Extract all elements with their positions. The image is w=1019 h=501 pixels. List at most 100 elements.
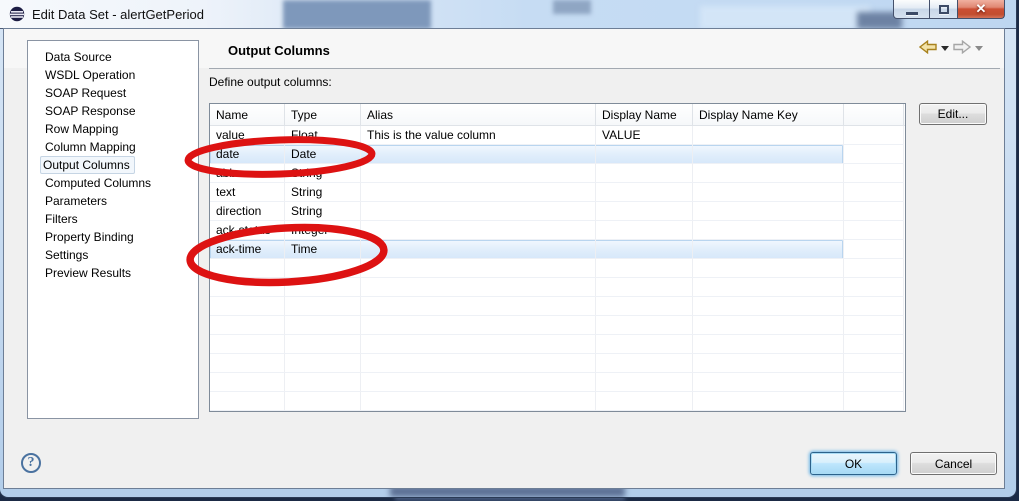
table-row-empty[interactable] <box>210 316 905 335</box>
table-cell[interactable] <box>596 335 693 354</box>
table-cell[interactable]: ack-status <box>210 221 285 240</box>
table-cell[interactable] <box>285 297 361 316</box>
table-row-ack-status[interactable]: ack-statusInteger <box>210 221 905 240</box>
column-header-type[interactable]: Type <box>285 104 361 125</box>
table-cell[interactable]: direction <box>210 202 285 221</box>
table-cell[interactable] <box>210 354 285 373</box>
table-cell[interactable] <box>844 183 904 202</box>
edit-button[interactable]: Edit... <box>919 103 987 125</box>
table-cell[interactable] <box>361 221 596 240</box>
table-cell[interactable] <box>210 259 285 278</box>
sidebar-item-column-mapping[interactable]: Column Mapping <box>28 138 198 156</box>
close-button[interactable]: ✕ <box>957 0 1005 19</box>
table-cell[interactable] <box>693 259 844 278</box>
sidebar-item-wsdl-operation[interactable]: WSDL Operation <box>28 66 198 84</box>
table-cell[interactable]: text <box>210 183 285 202</box>
table-cell[interactable]: String <box>285 183 361 202</box>
forward-arrow-icon[interactable] <box>953 40 971 54</box>
table-cell[interactable] <box>596 240 693 259</box>
table-cell[interactable] <box>693 297 844 316</box>
table-cell[interactable] <box>596 145 693 164</box>
column-header-display-name-key[interactable]: Display Name Key <box>693 104 844 125</box>
table-cell[interactable]: Float <box>285 126 361 145</box>
table-cell[interactable] <box>361 202 596 221</box>
table-cell[interactable] <box>693 373 844 392</box>
table-row-empty[interactable] <box>210 335 905 354</box>
sidebar-item-data-source[interactable]: Data Source <box>28 48 198 66</box>
column-header-alias[interactable]: Alias <box>361 104 596 125</box>
table-cell[interactable] <box>844 316 904 335</box>
table-cell[interactable] <box>596 202 693 221</box>
table-cell[interactable] <box>361 354 596 373</box>
table-cell[interactable] <box>844 126 904 145</box>
table-cell[interactable] <box>210 278 285 297</box>
table-cell[interactable] <box>596 354 693 373</box>
sidebar-item-property-binding[interactable]: Property Binding <box>28 228 198 246</box>
table-cell[interactable] <box>285 373 361 392</box>
back-arrow-icon[interactable] <box>919 40 937 54</box>
table-cell[interactable] <box>361 145 596 164</box>
ok-button[interactable]: OK <box>810 452 897 475</box>
table-cell[interactable]: Time <box>285 240 361 259</box>
help-icon[interactable]: ? <box>21 453 41 473</box>
table-cell[interactable] <box>285 259 361 278</box>
table-cell[interactable] <box>844 278 904 297</box>
table-cell[interactable] <box>361 164 596 183</box>
table-cell[interactable] <box>361 183 596 202</box>
table-cell[interactable] <box>596 164 693 183</box>
table-cell[interactable] <box>693 202 844 221</box>
sidebar-item-settings[interactable]: Settings <box>28 246 198 264</box>
table-cell[interactable] <box>285 278 361 297</box>
table-cell[interactable]: ack-time <box>210 240 285 259</box>
table-cell[interactable]: This is the value column <box>361 126 596 145</box>
sidebar-item-soap-response[interactable]: SOAP Response <box>28 102 198 120</box>
table-cell[interactable] <box>596 183 693 202</box>
table-cell[interactable] <box>210 392 285 411</box>
table-row-empty[interactable] <box>210 354 905 373</box>
table-cell[interactable] <box>596 392 693 411</box>
table-cell[interactable] <box>361 335 596 354</box>
table-row-direction[interactable]: directionString <box>210 202 905 221</box>
sidebar-item-row-mapping[interactable]: Row Mapping <box>28 120 198 138</box>
sidebar-item-output-columns[interactable]: Output Columns <box>28 156 198 174</box>
sidebar-item-soap-request[interactable]: SOAP Request <box>28 84 198 102</box>
minimize-button[interactable] <box>893 0 930 19</box>
table-cell[interactable]: String <box>285 202 361 221</box>
table-cell[interactable] <box>361 392 596 411</box>
table-cell[interactable] <box>693 221 844 240</box>
column-header-display-name[interactable]: Display Name <box>596 104 693 125</box>
table-cell[interactable] <box>210 335 285 354</box>
table-cell[interactable] <box>844 297 904 316</box>
table-cell[interactable] <box>361 297 596 316</box>
table-row-date[interactable]: dateDate <box>210 145 905 164</box>
table-row-empty[interactable] <box>210 392 905 411</box>
table-row-empty[interactable] <box>210 278 905 297</box>
table-cell[interactable] <box>844 392 904 411</box>
table-row-empty[interactable] <box>210 259 905 278</box>
table-cell[interactable] <box>844 259 904 278</box>
table-cell[interactable] <box>596 297 693 316</box>
table-cell[interactable]: VALUE <box>596 126 693 145</box>
table-cell[interactable] <box>693 278 844 297</box>
table-cell[interactable] <box>693 354 844 373</box>
table-cell[interactable] <box>844 240 904 259</box>
table-row-empty[interactable] <box>210 297 905 316</box>
table-cell[interactable] <box>596 373 693 392</box>
back-history-dropdown-icon[interactable] <box>941 46 949 51</box>
table-cell[interactable] <box>210 373 285 392</box>
table-cell[interactable] <box>210 297 285 316</box>
table-cell[interactable] <box>210 316 285 335</box>
table-cell[interactable]: Date <box>285 145 361 164</box>
table-cell[interactable] <box>361 373 596 392</box>
table-cell[interactable] <box>693 392 844 411</box>
table-cell[interactable] <box>844 354 904 373</box>
table-cell[interactable]: value <box>210 126 285 145</box>
table-cell[interactable] <box>361 240 596 259</box>
table-cell[interactable] <box>844 202 904 221</box>
table-row-value[interactable]: valueFloatThis is the value columnVALUE <box>210 126 905 145</box>
output-columns-table[interactable]: NameTypeAliasDisplay NameDisplay Name Ke… <box>209 103 906 412</box>
table-cell[interactable] <box>693 316 844 335</box>
column-header-name[interactable]: Name <box>210 104 285 125</box>
table-cell[interactable] <box>844 221 904 240</box>
table-cell[interactable] <box>596 259 693 278</box>
